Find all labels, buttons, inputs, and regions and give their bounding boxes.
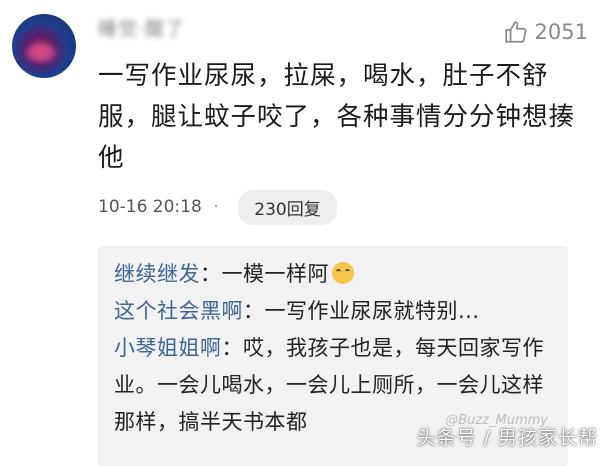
username[interactable]: 睡觉·醒了 [98,14,238,40]
like-count: 2051 [534,20,588,44]
avatar-image [26,44,56,62]
reply-separator: ： [200,262,222,286]
reply-item[interactable]: 这个社会黑啊：一写作业尿尿就特别... [114,293,552,330]
comment-text: 一写作业尿尿，拉屎，喝水，肚子不舒服，腿让蚊子咬了，各种事情分分钟想揍他 [98,61,576,173]
like-button[interactable]: 2051 [503,18,588,46]
reply-author[interactable]: 小琴姐姐啊 [114,336,222,360]
comment-meta: 10-16 20:18 · 230回复 [98,189,337,225]
reply-separator: ： [221,336,243,360]
watermark: 头条号 / 男孩家长帮 [416,427,598,449]
crying-face-icon [332,262,354,284]
reply-text: 一模一样阿 [221,262,329,286]
reply-text: 一写作业尿尿就特别... [264,299,480,323]
reply-count-button[interactable]: 230回复 [238,189,337,225]
reply-item[interactable]: 继续继发：一模一样阿 [114,256,552,293]
reply-author[interactable]: 继续继发 [114,262,200,286]
meta-separator: · [213,199,219,215]
avatar[interactable] [12,14,76,78]
thumbs-up-icon [504,21,526,43]
comment-time: 10-16 20:18 [98,197,202,217]
reply-separator: ： [243,299,265,323]
reply-author[interactable]: 这个社会黑啊 [114,299,243,323]
